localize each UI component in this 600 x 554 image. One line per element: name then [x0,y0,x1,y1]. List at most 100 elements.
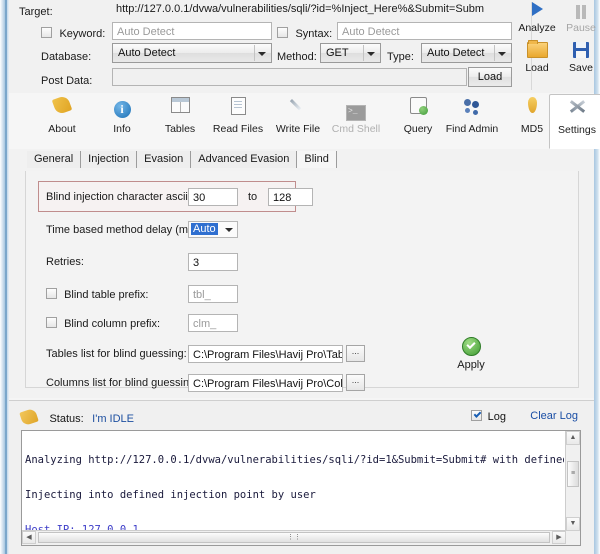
pause-button[interactable]: Pause [560,2,600,34]
pause-label: Pause [566,22,596,34]
database-label: Database: [41,51,91,63]
postdata-input[interactable] [112,68,467,86]
tab-evasion[interactable]: Evasion [137,151,191,168]
retries-input[interactable]: 3 [188,253,238,271]
database-select-value: Auto Detect [118,47,175,59]
column-prefix-checkbox[interactable] [46,317,57,328]
log-vertical-scrollbar[interactable]: ▲ ≡ ▼ [565,431,580,531]
ascii-to-input[interactable]: 128 [268,188,313,206]
main-toolbar: About i Info Tables Read Files Write Fil… [9,93,594,150]
log-horizontal-scrollbar[interactable]: ◀ ⋮⋮ ▶ [22,530,566,545]
ascii-to-label: to [248,191,257,203]
key-icon [19,408,39,426]
toolbar-item-query[interactable]: Query [387,97,449,145]
method-select[interactable]: GET [320,43,381,63]
save-config-button[interactable]: Save [560,42,600,74]
retries-label: Retries: [46,256,84,268]
tables-list-label: Tables list for blind guessing: [46,348,187,360]
toolbar-label-find-admin: Find Admin [441,123,503,135]
ascii-set-label: Blind injection character ascii set: [46,191,209,203]
type-select-value: Auto Detect [427,47,484,59]
table-prefix-checkbox[interactable] [46,288,57,299]
type-select[interactable]: Auto Detect [421,43,512,63]
toolbar-label-about: About [31,123,93,135]
target-input[interactable]: http://127.0.0.1/dvwa/vulnerabilities/sq… [112,0,512,17]
keyword-input[interactable]: Auto Detect [112,22,272,40]
toolbar-label-query: Query [387,123,449,135]
status-label: Status: [49,413,83,425]
ascii-from-input[interactable]: 30 [188,188,238,206]
log-checkbox-label: Log [488,411,506,423]
info-icon: i [91,97,153,123]
tab-advanced-evasion[interactable]: Advanced Evasion [191,151,297,168]
database-select[interactable]: Auto Detect [112,43,272,63]
toolbar-item-about[interactable]: About [31,97,93,145]
settings-content: GeneralInjectionEvasionAdvanced EvasionB… [9,149,594,398]
apply-check-icon [462,347,481,359]
toolbar-item-read-files[interactable]: Read Files [207,97,269,145]
status-value: I'm IDLE [92,413,134,425]
folder-icon [516,42,558,62]
load-postdata-button[interactable]: Load [468,67,512,87]
scroll-right-icon[interactable]: ▶ [552,531,566,544]
column-prefix-label: Blind column prefix: [64,318,160,330]
type-select-separator [494,45,495,61]
toolbar-item-write-file[interactable]: Write File [267,97,329,145]
columns-list-browse-button[interactable]: ... [346,374,365,391]
apply-button[interactable]: Apply [445,337,497,371]
syntax-input[interactable]: Auto Detect [337,22,512,40]
toolbar-label-cmd-shell: Cmd Shell [325,123,387,135]
console-icon: >_ [325,97,387,123]
load-config-button[interactable]: Load [516,42,558,74]
document-icon [207,97,269,123]
method-select-value: GET [326,47,349,59]
horizontal-scroll-thumb[interactable]: ⋮⋮ [38,532,550,543]
tables-list-input[interactable]: C:\Program Files\Havij Pro\Tables.txt [188,345,343,363]
keyword-label: Keyword: [59,28,105,40]
toolbar-item-settings[interactable]: Settings [549,94,600,149]
scroll-left-icon[interactable]: ◀ [22,531,36,544]
toolbar-label-settings: Settings [550,124,600,136]
toolbar-label-tables: Tables [149,123,211,135]
table-prefix-input[interactable]: tbl_ [188,285,238,303]
tables-icon [149,97,211,123]
tab-general[interactable]: General [27,151,81,168]
type-label: Type: [387,51,414,63]
method-select-separator [363,45,364,61]
chevron-down-icon [258,52,266,56]
load-config-label: Load [525,62,548,74]
delay-select[interactable]: Auto [188,221,238,238]
columns-list-label: Columns list for blind guessing: [46,377,198,389]
clear-log-button[interactable]: Clear Log [530,410,578,422]
scroll-down-icon[interactable]: ▼ [566,517,580,531]
database-select-separator [254,45,255,61]
scroll-up-icon[interactable]: ▲ [566,431,580,445]
chevron-down-icon [367,52,375,56]
keyword-checkbox[interactable] [41,27,52,38]
analyze-label: Analyze [518,22,555,34]
floppy-disk-icon [560,42,600,62]
vertical-scroll-thumb[interactable]: ≡ [567,461,579,487]
toolbar-item-tables[interactable]: Tables [149,97,211,145]
log-toggle[interactable]: Log [471,410,506,423]
save-config-label: Save [569,62,593,74]
columns-list-input[interactable]: C:\Program Files\Havij Pro\Columns.t [188,374,343,392]
play-icon [516,2,558,22]
gear-icon [550,98,600,124]
log-checkbox[interactable] [471,410,482,421]
tables-list-browse-button[interactable]: ... [346,345,365,362]
analyze-button[interactable]: Analyze [516,2,558,34]
toolbar-item-info[interactable]: i Info [91,97,153,145]
syntax-checkbox[interactable] [277,27,288,38]
tab-injection[interactable]: Injection [81,151,137,168]
log-output-box[interactable]: Analyzing http://127.0.0.1/dvwa/vulnerab… [21,430,581,546]
toolbar-item-find-admin[interactable]: Find Admin [441,97,503,145]
tab-blind[interactable]: Blind [297,151,336,168]
table-prefix-label: Blind table prefix: [64,289,148,301]
column-prefix-input[interactable]: clm_ [188,314,238,332]
status-row: Status: I'm IDLE Log Clear Log [21,409,584,427]
toolbar-item-cmd-shell[interactable]: >_ Cmd Shell [325,97,387,145]
chevron-down-icon [498,52,506,56]
log-line: Analyzing http://127.0.0.1/dvwa/vulnerab… [25,455,564,467]
pause-icon [560,2,600,22]
